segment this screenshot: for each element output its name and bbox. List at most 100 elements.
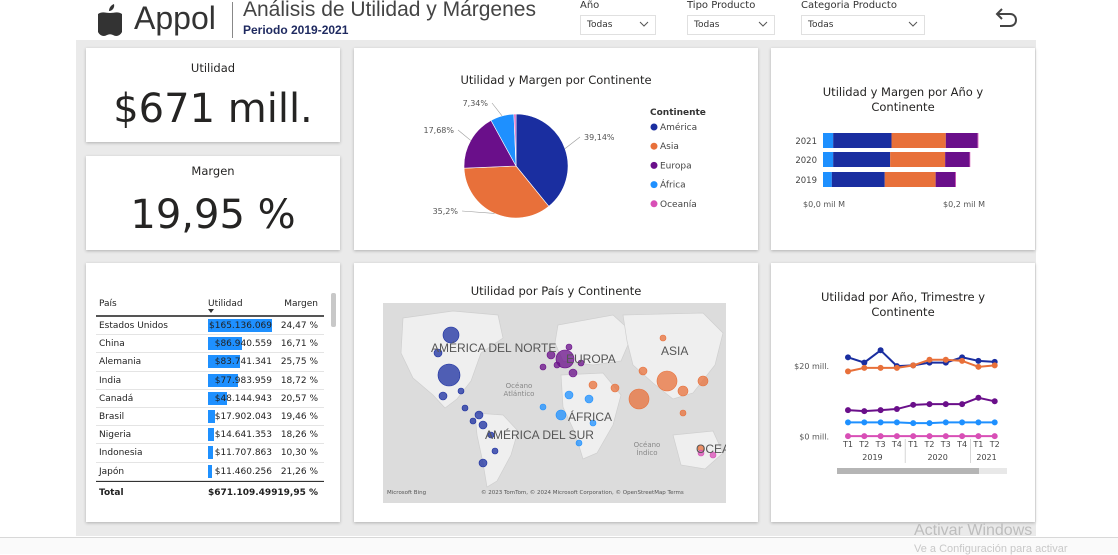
line-series: [847, 396, 995, 413]
cell-profit: $165.136.069: [209, 321, 272, 331]
x-tick-quarter: T4: [891, 440, 902, 449]
column-header-margin[interactable]: Margen: [276, 299, 318, 309]
slicer-product-category-dropdown[interactable]: Todas: [801, 15, 925, 35]
cell-profit: $48.144.943: [214, 393, 272, 404]
line-point: [861, 433, 868, 440]
kpi-card-profit: Utilidad $671 mill.: [86, 48, 340, 142]
total-profit: $671.109.499: [208, 487, 278, 498]
cell-profit: $11.460.256: [214, 466, 272, 477]
x-tick-year: 2019: [862, 453, 882, 462]
bar-segment: [945, 152, 970, 167]
x-tick-quarter: T1: [972, 440, 983, 449]
table-row[interactable]: Nigeria $14.641.353 18,26 %: [96, 426, 324, 445]
column-header-profit[interactable]: Utilidad: [208, 299, 243, 309]
table-row[interactable]: China $86.940.559 16,71 %: [96, 335, 324, 354]
map-bubble: [478, 458, 488, 468]
line-point: [861, 408, 868, 415]
x-tick-year: 2020: [927, 453, 947, 462]
x-tick-quarter: T2: [924, 440, 935, 449]
map-label-north-america: AMÉRICA DEL NORTE: [431, 341, 557, 355]
bar-chart: 2021 2020 2019 $0,0 mil M $0,2 mil M: [795, 133, 985, 209]
x-tick-year: 2021: [976, 453, 996, 462]
report-title: Análisis de Utilidad y Márgenes: [243, 0, 536, 21]
slicer-year-dropdown[interactable]: Todas: [580, 15, 656, 35]
line-point: [926, 420, 933, 427]
map-bubble: [610, 383, 620, 393]
map-label-oceania: OCEA: [696, 442, 726, 456]
map-bubble: [638, 366, 648, 376]
kpi-profit-value: $671 mill.: [113, 86, 313, 132]
map-bubble: [679, 409, 687, 417]
x-tick-quarter: T2: [989, 440, 1000, 449]
brand-name: Appol: [134, 0, 216, 36]
map-bubble: [588, 380, 598, 390]
pie-leader-line: [564, 136, 581, 149]
windows-activation-watermark-sub: Ve a Configuración para activar: [914, 543, 1068, 555]
legend-label: Asia: [660, 142, 679, 152]
line-point: [845, 433, 851, 440]
y-tick-label: 2019: [795, 176, 817, 186]
map-bubble: [457, 387, 465, 395]
slicer-product-type-dropdown[interactable]: Todas: [687, 15, 775, 35]
y-tick-label: $20 mill.: [794, 362, 829, 371]
kpi-profit-title: Utilidad: [190, 61, 236, 75]
line-chart: $20 mill. $0 mill. T1 T2 T3 T4 T1 T2 T3 T4 T1 T2 201…: [794, 347, 1007, 474]
map-bubbles: [400, 310, 724, 488]
slicer-product-category-label: Categoria Producto: [801, 0, 897, 11]
y-tick-label: 2020: [795, 156, 817, 166]
map-landmass: [400, 310, 504, 409]
bar-segment: [833, 152, 891, 167]
back-arrow-icon[interactable]: [990, 4, 1018, 32]
chevron-down-icon: [908, 21, 918, 27]
table-row[interactable]: Brasil $17.902.043 19,46 %: [96, 408, 324, 427]
line-series: [847, 358, 995, 373]
bar-segment: [945, 133, 978, 148]
line-point: [877, 407, 884, 414]
windows-activation-watermark: Activar Windows: [914, 522, 1033, 539]
line-point: [910, 401, 917, 408]
bar-segment: [823, 152, 834, 167]
table-row[interactable]: Estados Unidos $165.136.069 24,47 %: [96, 317, 324, 336]
country-table-card: País Utilidad Margen Estados Unidos $165.…: [86, 263, 340, 522]
map-bubble: [697, 375, 709, 387]
cell-country: Indonesia: [99, 448, 143, 459]
cell-country: Japón: [99, 466, 125, 477]
cell-margin: 25,75 %: [280, 357, 318, 368]
map-bubble: [461, 404, 469, 412]
map-attribution[interactable]: © 2023 TomTom, © 2024 Microsoft Corporat…: [481, 490, 684, 496]
line-point: [975, 433, 982, 440]
legend-title: Continente: [650, 108, 706, 118]
map-label-atlantic: Océano Atlántico: [503, 382, 535, 398]
line-point: [991, 433, 998, 440]
y-tick-label: 2021: [795, 137, 817, 147]
bar-segment: [823, 172, 832, 187]
line-point: [975, 394, 982, 401]
table-row[interactable]: Indonesia $11.707.863 10,30 %: [96, 444, 324, 463]
line-point: [845, 354, 851, 361]
cell-country: China: [99, 339, 125, 350]
table-row[interactable]: Canadá $48.144.943 20,57 %: [96, 390, 324, 408]
table-row[interactable]: Japón $11.460.256 21,26 %: [96, 463, 324, 481]
line-point: [975, 419, 982, 426]
bar-segment: [935, 172, 956, 187]
cell-profit: $11.707.863: [214, 448, 272, 459]
table-row[interactable]: Alemania $83.741.341 25,75 %: [96, 353, 324, 372]
map-label-indian: Océano Índico: [633, 441, 661, 457]
map-bubble: [491, 447, 499, 455]
map-bubble: [553, 361, 561, 369]
pie-leader-line: [491, 102, 503, 117]
legend-marker: [650, 181, 658, 189]
pie-leader-line: [461, 210, 495, 214]
table-row[interactable]: India $77.983.959 18,72 %: [96, 372, 324, 390]
bar-segment: [823, 133, 834, 148]
cell-country: India: [99, 375, 122, 386]
map-bubble: [677, 385, 689, 397]
column-header-country[interactable]: País: [99, 299, 117, 309]
cell-profit: $83.741.341: [214, 357, 272, 368]
pie-leader-line: [457, 129, 471, 141]
line-point: [942, 433, 949, 440]
x-tick-quarter: T1: [907, 440, 918, 449]
world-map[interactable]: AMÉRICA DEL NORTE AMÉRICA DEL SUR EUROPA…: [383, 303, 726, 503]
table-scrollbar[interactable]: [331, 293, 336, 327]
x-scrollbar-thumb[interactable]: [837, 468, 979, 474]
